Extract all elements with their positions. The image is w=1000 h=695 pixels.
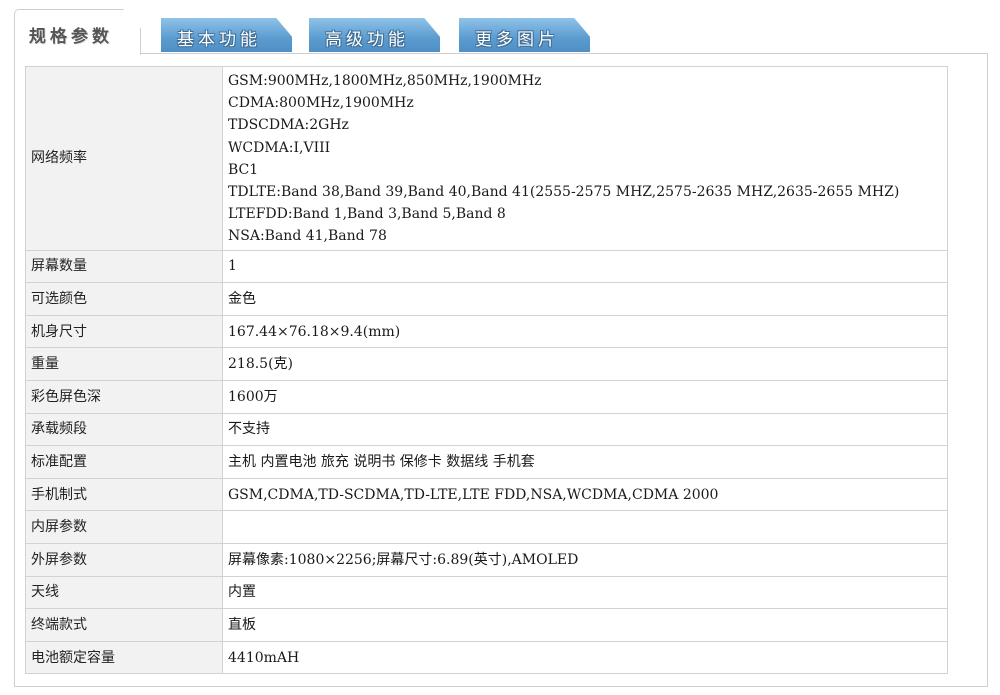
spec-label: 机身尺寸 <box>25 314 223 349</box>
table-row: 网络频率 GSM:900MHz,1800MHz,850MHz,1900MHz C… <box>25 66 948 251</box>
table-row: 机身尺寸 167.44×76.18×9.4(mm) <box>25 314 948 349</box>
tab-more-images[interactable]: 更多图片 <box>459 18 590 52</box>
table-row: 内屏参数 <box>25 510 948 544</box>
spec-label: 内屏参数 <box>25 510 223 544</box>
spec-label: 屏幕数量 <box>25 249 223 284</box>
network-line: NSA:Band 41,Band 78 <box>228 228 387 245</box>
tab-basic-features[interactable]: 基本功能 <box>161 18 292 52</box>
spec-label: 外屏参数 <box>25 542 223 577</box>
tab-more-images-label: 更多图片 <box>475 30 559 50</box>
table-row: 电池额定容量 4410mAH <box>25 640 948 675</box>
spec-value: 1600万 <box>222 380 948 414</box>
spec-value-network: GSM:900MHz,1800MHz,850MHz,1900MHz CDMA:8… <box>222 66 948 251</box>
tab-specs-label: 规格参数 <box>29 27 113 47</box>
table-row: 手机制式 GSM,CDMA,TD-SCDMA,TD-LTE,LTE FDD,NS… <box>25 477 948 512</box>
tab-bar: 规格参数 基本功能 高级功能 更多图片 <box>0 0 1000 55</box>
network-line: TDSCDMA:2GHz <box>228 117 349 134</box>
spec-value: 不支持 <box>222 412 948 447</box>
tab-advanced-features[interactable]: 高级功能 <box>309 18 440 52</box>
spec-label: 标准配置 <box>25 445 223 479</box>
spec-label: 电池额定容量 <box>25 640 223 675</box>
spec-value: 主机 内置电池 旅充 说明书 保修卡 数据线 手机套 <box>222 445 948 479</box>
spec-label: 重量 <box>25 347 223 381</box>
table-row: 终端款式 直板 <box>25 608 948 642</box>
table-row: 标准配置 主机 内置电池 旅充 说明书 保修卡 数据线 手机套 <box>25 445 948 479</box>
table-row: 承载频段 不支持 <box>25 412 948 447</box>
table-row: 外屏参数 屏幕像素:1080×2256;屏幕尺寸:6.89(英寸),AMOLED <box>25 542 948 577</box>
network-line: WCDMA:I,VIII <box>228 139 331 156</box>
network-line: LTEFDD:Band 1,Band 3,Band 5,Band 8 <box>228 206 506 223</box>
spec-value: 1 <box>222 249 948 284</box>
spec-label: 彩色屏色深 <box>25 380 223 414</box>
spec-label: 终端款式 <box>25 608 223 642</box>
network-line: CDMA:800MHz,1900MHz <box>228 95 414 112</box>
spec-label: 可选颜色 <box>25 282 223 316</box>
tab-specs[interactable]: 规格参数 <box>14 9 141 55</box>
spec-label-network: 网络频率 <box>25 66 223 251</box>
spec-value: 内置 <box>222 575 948 610</box>
tab-basic-features-label: 基本功能 <box>177 30 261 50</box>
network-line: GSM:900MHz,1800MHz,850MHz,1900MHz <box>228 73 542 89</box>
spec-value: 屏幕像素:1080×2256;屏幕尺寸:6.89(英寸),AMOLED <box>222 542 948 577</box>
spec-value: 金色 <box>222 282 948 316</box>
table-row: 重量 218.5(克) <box>25 347 948 381</box>
spec-label: 天线 <box>25 575 223 610</box>
spec-value: 4410mAH <box>222 640 948 675</box>
spec-value: 218.5(克) <box>222 347 948 381</box>
spec-label: 手机制式 <box>25 477 223 512</box>
spec-value: GSM,CDMA,TD-SCDMA,TD-LTE,LTE FDD,NSA,WCD… <box>222 477 948 512</box>
tab-advanced-features-label: 高级功能 <box>325 30 409 50</box>
spec-value <box>222 510 948 544</box>
table-row: 彩色屏色深 1600万 <box>25 380 948 414</box>
spec-value: 直板 <box>222 608 948 642</box>
network-line: TDLTE:Band 38,Band 39,Band 40,Band 41(25… <box>228 184 900 201</box>
spec-value: 167.44×76.18×9.4(mm) <box>222 314 948 349</box>
table-row: 天线 内置 <box>25 575 948 610</box>
table-row: 屏幕数量 1 <box>25 249 948 284</box>
network-line: BC1 <box>228 161 259 178</box>
table-row: 可选颜色 金色 <box>25 282 948 316</box>
spec-table: 网络频率 GSM:900MHz,1800MHz,850MHz,1900MHz C… <box>25 66 948 675</box>
spec-label: 承载频段 <box>25 412 223 447</box>
